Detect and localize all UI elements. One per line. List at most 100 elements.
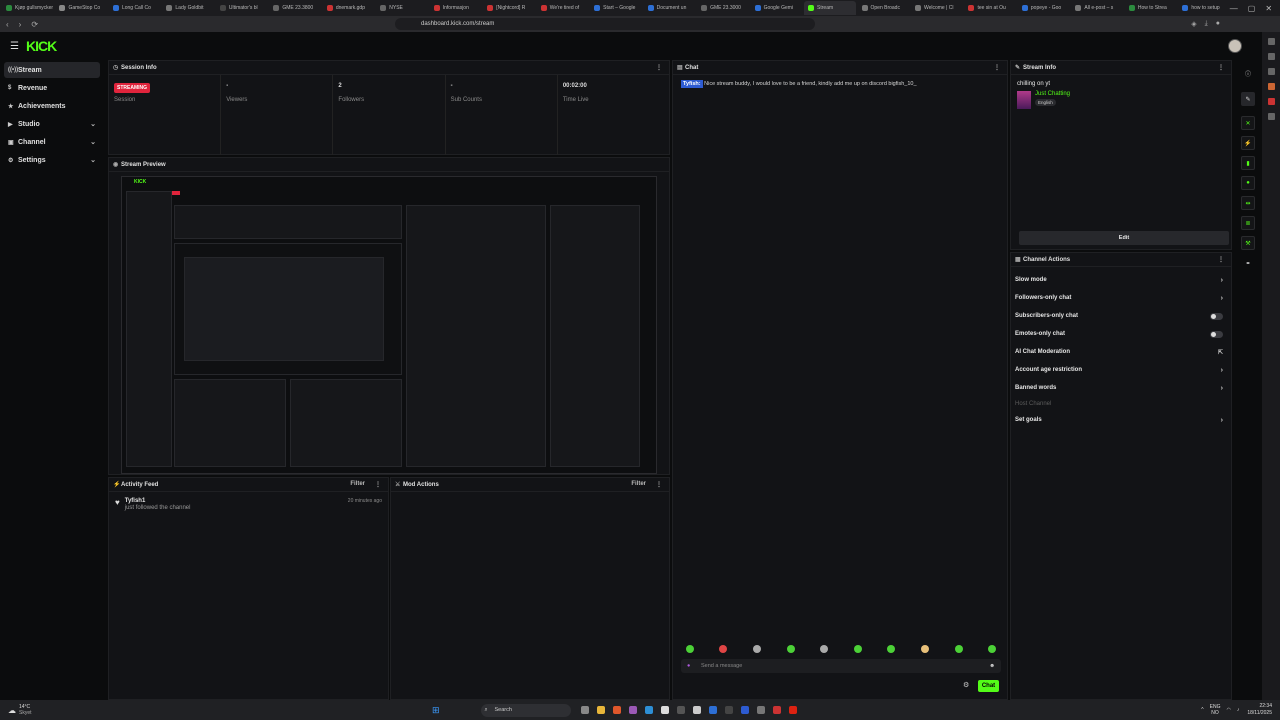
raid-icon[interactable]: ⇹ xyxy=(1241,196,1255,210)
sidebar-item-revenue[interactable]: $ Revenue xyxy=(4,80,100,96)
side-app-icon[interactable] xyxy=(1267,38,1275,45)
wifi-icon[interactable]: ◠ xyxy=(1226,707,1230,713)
app-icon[interactable] xyxy=(756,706,765,714)
emote-icon[interactable] xyxy=(853,645,862,653)
avatar[interactable] xyxy=(1228,39,1242,53)
forward-icon[interactable]: › xyxy=(19,20,22,29)
profile-icon[interactable]: ● xyxy=(1216,20,1220,28)
browser-tab[interactable]: Welcome | Cl xyxy=(911,1,962,15)
channel-action-banned-words[interactable]: Banned words › xyxy=(1011,379,1231,397)
back-icon[interactable]: ‹ xyxy=(6,20,9,29)
browser-tab[interactable]: Open Broadc xyxy=(858,1,909,15)
browser-tab[interactable]: Google Gemi xyxy=(751,1,802,15)
more-icon[interactable]: ⋮ xyxy=(375,481,381,488)
browser-tab[interactable]: Kjøp gullsmycker xyxy=(2,1,53,15)
sidebar-item-stream[interactable]: ((•)) Stream xyxy=(4,62,100,78)
sidebar-item-achievements[interactable]: ★ Achievements xyxy=(4,98,100,114)
close-window-icon[interactable]: ✕ xyxy=(1265,4,1272,13)
channel-action-slow-mode[interactable]: Slow mode › xyxy=(1011,271,1231,289)
sidebar-item-settings[interactable]: ⚙ Settings ⌄ xyxy=(4,152,100,168)
app-icon[interactable] xyxy=(692,706,701,714)
task-view-icon[interactable] xyxy=(580,706,589,714)
browser-tab[interactable]: [Nightcord] R xyxy=(483,1,534,15)
toggle-switch[interactable] xyxy=(1210,312,1223,320)
emote-icon[interactable] xyxy=(820,645,829,653)
category-name[interactable]: Just Chatting xyxy=(1035,91,1070,97)
chat-username[interactable]: Tyfish: xyxy=(681,80,703,88)
edit-button[interactable]: Edit xyxy=(1019,231,1229,245)
more-icon[interactable]: ⋮ xyxy=(1218,64,1224,71)
close-icon[interactable]: ✕ xyxy=(1241,116,1255,130)
chevron-up-icon[interactable]: ^ xyxy=(1201,707,1203,713)
tools-icon[interactable]: ⚒ xyxy=(1241,236,1255,250)
browser-tab[interactable]: popeye - Goo xyxy=(1018,1,1069,15)
channel-action-emotes-only-chat[interactable]: Emotes-only chat xyxy=(1011,325,1231,343)
filter-button[interactable]: Filter xyxy=(350,481,365,488)
weather-widget[interactable]: ☁ 14°C Skyet xyxy=(8,704,32,716)
bolt-icon[interactable]: ⚡ xyxy=(1241,136,1255,150)
chat-input[interactable]: ● Send a message ☻ xyxy=(681,659,1001,673)
browser-tab[interactable]: We're tired of xyxy=(537,1,588,15)
more-icon[interactable]: ⋮ xyxy=(1218,256,1224,263)
app-icon[interactable] xyxy=(628,706,637,714)
app-icon[interactable] xyxy=(708,706,717,714)
channel-action-account-age-restriction[interactable]: Account age restriction › xyxy=(1011,361,1231,379)
channel-action-followers-only-chat[interactable]: Followers-only chat › xyxy=(1011,289,1231,307)
folder-icon[interactable] xyxy=(596,706,605,714)
browser-tab[interactable]: GME 23.3800 xyxy=(269,1,320,15)
clock[interactable]: 22:34 18/11/2025 xyxy=(1247,703,1272,717)
list-icon[interactable]: ≣ xyxy=(1241,216,1255,230)
brave-icon[interactable] xyxy=(612,706,621,714)
side-app-icon[interactable] xyxy=(1267,98,1275,105)
browser-tab[interactable]: GameStop Co xyxy=(55,1,106,15)
emote-icon[interactable] xyxy=(752,645,761,653)
browser-tab[interactable]: Start – Google xyxy=(590,1,641,15)
menu-icon[interactable]: ☰ xyxy=(10,41,19,52)
browser-tab[interactable]: how to setup xyxy=(1178,1,1229,15)
obs-icon[interactable] xyxy=(724,706,733,714)
side-app-icon[interactable] xyxy=(1267,83,1275,90)
side-app-icon[interactable] xyxy=(1267,53,1275,60)
more-icon[interactable]: ⋮ xyxy=(994,64,1000,71)
settings-icon[interactable]: ⚙ xyxy=(963,681,969,689)
address-bar[interactable]: dashboard.kick.com/stream xyxy=(395,18,815,30)
browser-tab[interactable]: Ultimator's bl xyxy=(216,1,267,15)
browser-tab[interactable]: Lady Goldbit xyxy=(162,1,213,15)
kick-logo[interactable]: KICK xyxy=(26,38,57,54)
emoji-icon[interactable]: ☻ xyxy=(989,663,995,669)
browser-tab[interactable]: How to Strea xyxy=(1125,1,1176,15)
filter-button[interactable]: Filter xyxy=(631,481,646,488)
download-icon[interactable]: ⤓ xyxy=(1205,20,1208,28)
more-icon[interactable]: ⋮ xyxy=(656,64,662,71)
emote-icon[interactable] xyxy=(954,645,963,653)
channel-action-set-goals[interactable]: Set goals › xyxy=(1011,411,1231,429)
pencil-icon[interactable]: ✎ xyxy=(1241,92,1255,106)
app-icon[interactable] xyxy=(644,706,653,714)
mic-icon[interactable]: ● xyxy=(687,663,690,669)
browser-tab[interactable]: dnemark.gdp xyxy=(323,1,374,15)
side-app-icon[interactable] xyxy=(1267,113,1275,120)
browser-tab[interactable]: tee sin at Ou xyxy=(964,1,1015,15)
trash-icon[interactable]: ▮ xyxy=(1241,156,1255,170)
minimize-icon[interactable]: — xyxy=(1230,4,1238,13)
toggle-switch[interactable] xyxy=(1210,330,1223,338)
emote-icon[interactable] xyxy=(920,645,929,653)
browser-tab[interactable]: Long Call Co xyxy=(109,1,160,15)
reload-icon[interactable]: ⟳ xyxy=(31,20,38,29)
browser-tab[interactable]: Informasjon xyxy=(430,1,481,15)
sidebar-item-channel[interactable]: ▣ Channel ⌄ xyxy=(4,134,100,150)
maximize-icon[interactable]: ▢ xyxy=(1248,4,1256,13)
chat-send-button[interactable]: Chat xyxy=(978,680,999,692)
sidebar-item-studio[interactable]: ▶ Studio ⌄ xyxy=(4,116,100,132)
kick-app-icon[interactable] xyxy=(740,706,749,714)
emote-icon[interactable] xyxy=(988,645,997,653)
extension-icon[interactable]: ◈ xyxy=(1191,20,1196,28)
browser-tab[interactable]: Document un xyxy=(644,1,695,15)
channel-action-ai-chat-moderation[interactable]: AI Chat Moderation ⇱ xyxy=(1011,343,1231,361)
language-indicator[interactable]: ENG NO xyxy=(1210,704,1221,716)
emote-icon[interactable] xyxy=(887,645,896,653)
browser-tab[interactable]: Stream xyxy=(804,1,856,15)
browser-tab[interactable]: NYSE xyxy=(376,1,427,15)
stream-preview-video[interactable]: KICK xyxy=(121,176,657,474)
volume-icon[interactable]: ♪ xyxy=(1237,707,1240,713)
